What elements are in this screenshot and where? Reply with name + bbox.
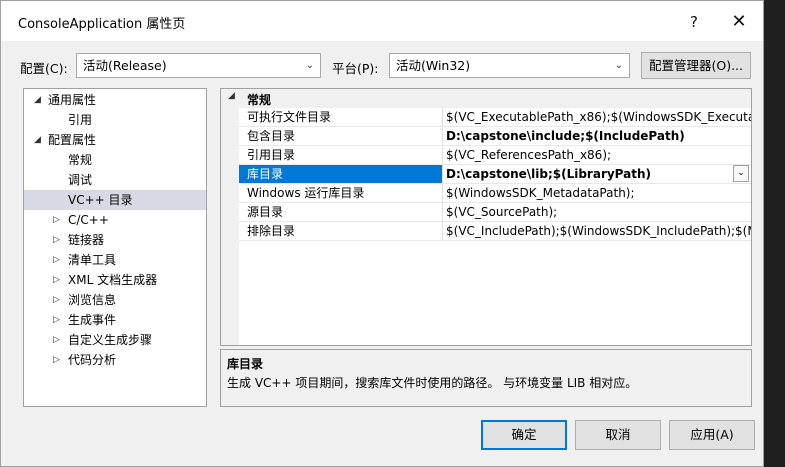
property-value[interactable]: $(VC_ReferencesPath_x86); — [444, 146, 751, 164]
property-value[interactable]: $(VC_ExecutablePath_x86);$(WindowsSDK_Ex… — [444, 108, 751, 126]
chevron-down-icon: ⌄ — [305, 60, 314, 71]
tree-item-label: 引用 — [68, 113, 93, 127]
tree-item-label: VC++ 目录 — [68, 193, 133, 207]
chevron-down-icon: ⌄ — [614, 60, 623, 71]
tree-item[interactable]: ◢ 通用属性 — [24, 90, 206, 110]
tree-item[interactable]: 常规 — [24, 150, 206, 170]
property-name: 可执行文件目录 — [239, 108, 443, 126]
property-value[interactable]: $(WindowsSDK_MetadataPath); — [444, 184, 751, 202]
platform-combo[interactable]: 活动(Win32) ⌄ — [389, 53, 630, 78]
description-panel: 库目录 生成 VC++ 项目期间，搜索库文件时使用的路径。 与环境变量 LIB … — [220, 349, 752, 407]
tree-item-label: 调试 — [68, 173, 93, 187]
expand-icon[interactable]: ▷ — [53, 270, 63, 290]
expand-icon[interactable]: ▷ — [53, 230, 63, 250]
dropdown-arrow-icon[interactable]: ⌄ — [733, 165, 749, 182]
tree-item-label: 代码分析 — [68, 353, 117, 367]
property-name: 排除目录 — [239, 222, 443, 240]
property-value[interactable]: $(VC_IncludePath);$(WindowsSDK_IncludePa… — [444, 222, 751, 240]
tree-item-label: C/C++ — [68, 213, 109, 227]
property-row[interactable]: 引用目录 $(VC_ReferencesPath_x86); — [239, 146, 751, 165]
tree-item-label: XML 文档生成器 — [68, 273, 158, 287]
property-pages-dialog: ConsoleApplication 属性页 ? ✕ 配置(C): 活动(Rel… — [0, 0, 764, 467]
tree-item-label: 通用属性 — [48, 93, 97, 107]
tree-item[interactable]: ▷ XML 文档生成器 — [24, 270, 206, 290]
configuration-label: 配置(C): — [20, 61, 68, 76]
tree-item[interactable]: 引用 — [24, 110, 206, 130]
property-name: 源目录 — [239, 203, 443, 221]
description-text: 生成 VC++ 项目期间，搜索库文件时使用的路径。 与环境变量 LIB 相对应。 — [227, 376, 638, 390]
property-name: 包含目录 — [239, 127, 443, 145]
configuration-combo[interactable]: 活动(Release) ⌄ — [76, 53, 321, 78]
expand-icon[interactable]: ▷ — [53, 330, 63, 350]
tree-item[interactable]: VC++ 目录 — [24, 190, 206, 210]
property-value[interactable]: $(VC_SourcePath); — [444, 203, 751, 221]
property-row[interactable]: Windows 运行库目录 $(WindowsSDK_MetadataPath); — [239, 184, 751, 203]
tree-item-label: 链接器 — [68, 233, 105, 247]
expand-icon[interactable]: ▷ — [53, 250, 63, 270]
tree-item[interactable]: ◢ 配置属性 — [24, 130, 206, 150]
tree-item[interactable]: ▷ 生成事件 — [24, 310, 206, 330]
tree-item-label: 浏览信息 — [68, 293, 117, 307]
background-area — [764, 0, 785, 467]
apply-button[interactable]: 应用(A) — [669, 420, 755, 450]
property-row[interactable]: 可执行文件目录 $(VC_ExecutablePath_x86);$(Window… — [239, 108, 751, 127]
platform-label: 平台(P): — [332, 61, 379, 76]
expand-icon[interactable]: ▷ — [53, 210, 63, 230]
tree-item[interactable]: ▷ 清单工具 — [24, 250, 206, 270]
tree-item[interactable]: ▷ 自定义生成步骤 — [24, 330, 206, 350]
property-grid[interactable]: ◢ 常规 可执行文件目录 $(VC_ExecutablePath_x86);$(W… — [220, 88, 752, 346]
category-row[interactable]: ◢ 常规 — [221, 89, 751, 108]
expand-icon[interactable]: ▷ — [53, 350, 63, 370]
tree-item[interactable]: ▷ 链接器 — [24, 230, 206, 250]
property-name: Windows 运行库目录 — [239, 184, 443, 202]
tree-item[interactable]: 调试 — [24, 170, 206, 190]
tree-item-label: 常规 — [68, 153, 93, 167]
property-row[interactable]: 排除目录 $(VC_IncludePath);$(WindowsSDK_Inclu… — [239, 222, 751, 241]
tree-item-label: 自定义生成步骤 — [68, 333, 153, 347]
configuration-value: 活动(Release) — [83, 58, 167, 73]
property-name: 引用目录 — [239, 146, 443, 164]
category-label: 常规 — [247, 93, 272, 107]
property-row[interactable]: 库目录 D:\capstone\lib;$(LibraryPath) ⌄ — [239, 165, 751, 184]
property-row[interactable]: 源目录 $(VC_SourcePath); — [239, 203, 751, 222]
tree-item[interactable]: ▷ 浏览信息 — [24, 290, 206, 310]
property-row[interactable]: 包含目录 D:\capstone\include;$(IncludePath) — [239, 127, 751, 146]
tree-item-label: 生成事件 — [68, 313, 117, 327]
tree-item-label: 清单工具 — [68, 253, 117, 267]
property-tree[interactable]: ◢ 通用属性引用 ◢ 配置属性常规调试 VC++ 目录 ▷ C/C++ ▷ 链接器 ▷ 清单工具 ▷ X… — [23, 88, 207, 407]
expand-icon[interactable]: ▷ — [53, 290, 63, 310]
close-icon[interactable]: ✕ — [724, 9, 754, 35]
collapse-icon[interactable]: ◢ — [34, 90, 44, 110]
cancel-button[interactable]: 取消 — [575, 420, 661, 450]
expand-icon[interactable]: ▷ — [53, 310, 63, 330]
platform-value: 活动(Win32) — [396, 58, 471, 73]
ok-button[interactable]: 确定 — [481, 420, 567, 450]
collapse-icon[interactable]: ◢ — [34, 130, 44, 150]
property-name: 库目录 — [239, 165, 443, 183]
property-value[interactable]: D:\capstone\lib;$(LibraryPath) — [444, 165, 751, 183]
tree-item[interactable]: ▷ C/C++ — [24, 210, 206, 230]
description-title: 库目录 — [227, 357, 264, 371]
configuration-manager-button[interactable]: 配置管理器(O)... — [641, 52, 751, 79]
tree-item-label: 配置属性 — [48, 133, 97, 147]
property-value[interactable]: D:\capstone\include;$(IncludePath) — [444, 127, 751, 145]
title-bar: ConsoleApplication 属性页 ? ✕ — [1, 1, 763, 41]
grid-gutter — [221, 108, 239, 345]
window-title: ConsoleApplication 属性页 — [18, 17, 186, 32]
tree-item[interactable]: ▷ 代码分析 — [24, 350, 206, 370]
collapse-icon[interactable]: ◢ — [228, 91, 235, 101]
help-icon[interactable]: ? — [679, 9, 709, 35]
